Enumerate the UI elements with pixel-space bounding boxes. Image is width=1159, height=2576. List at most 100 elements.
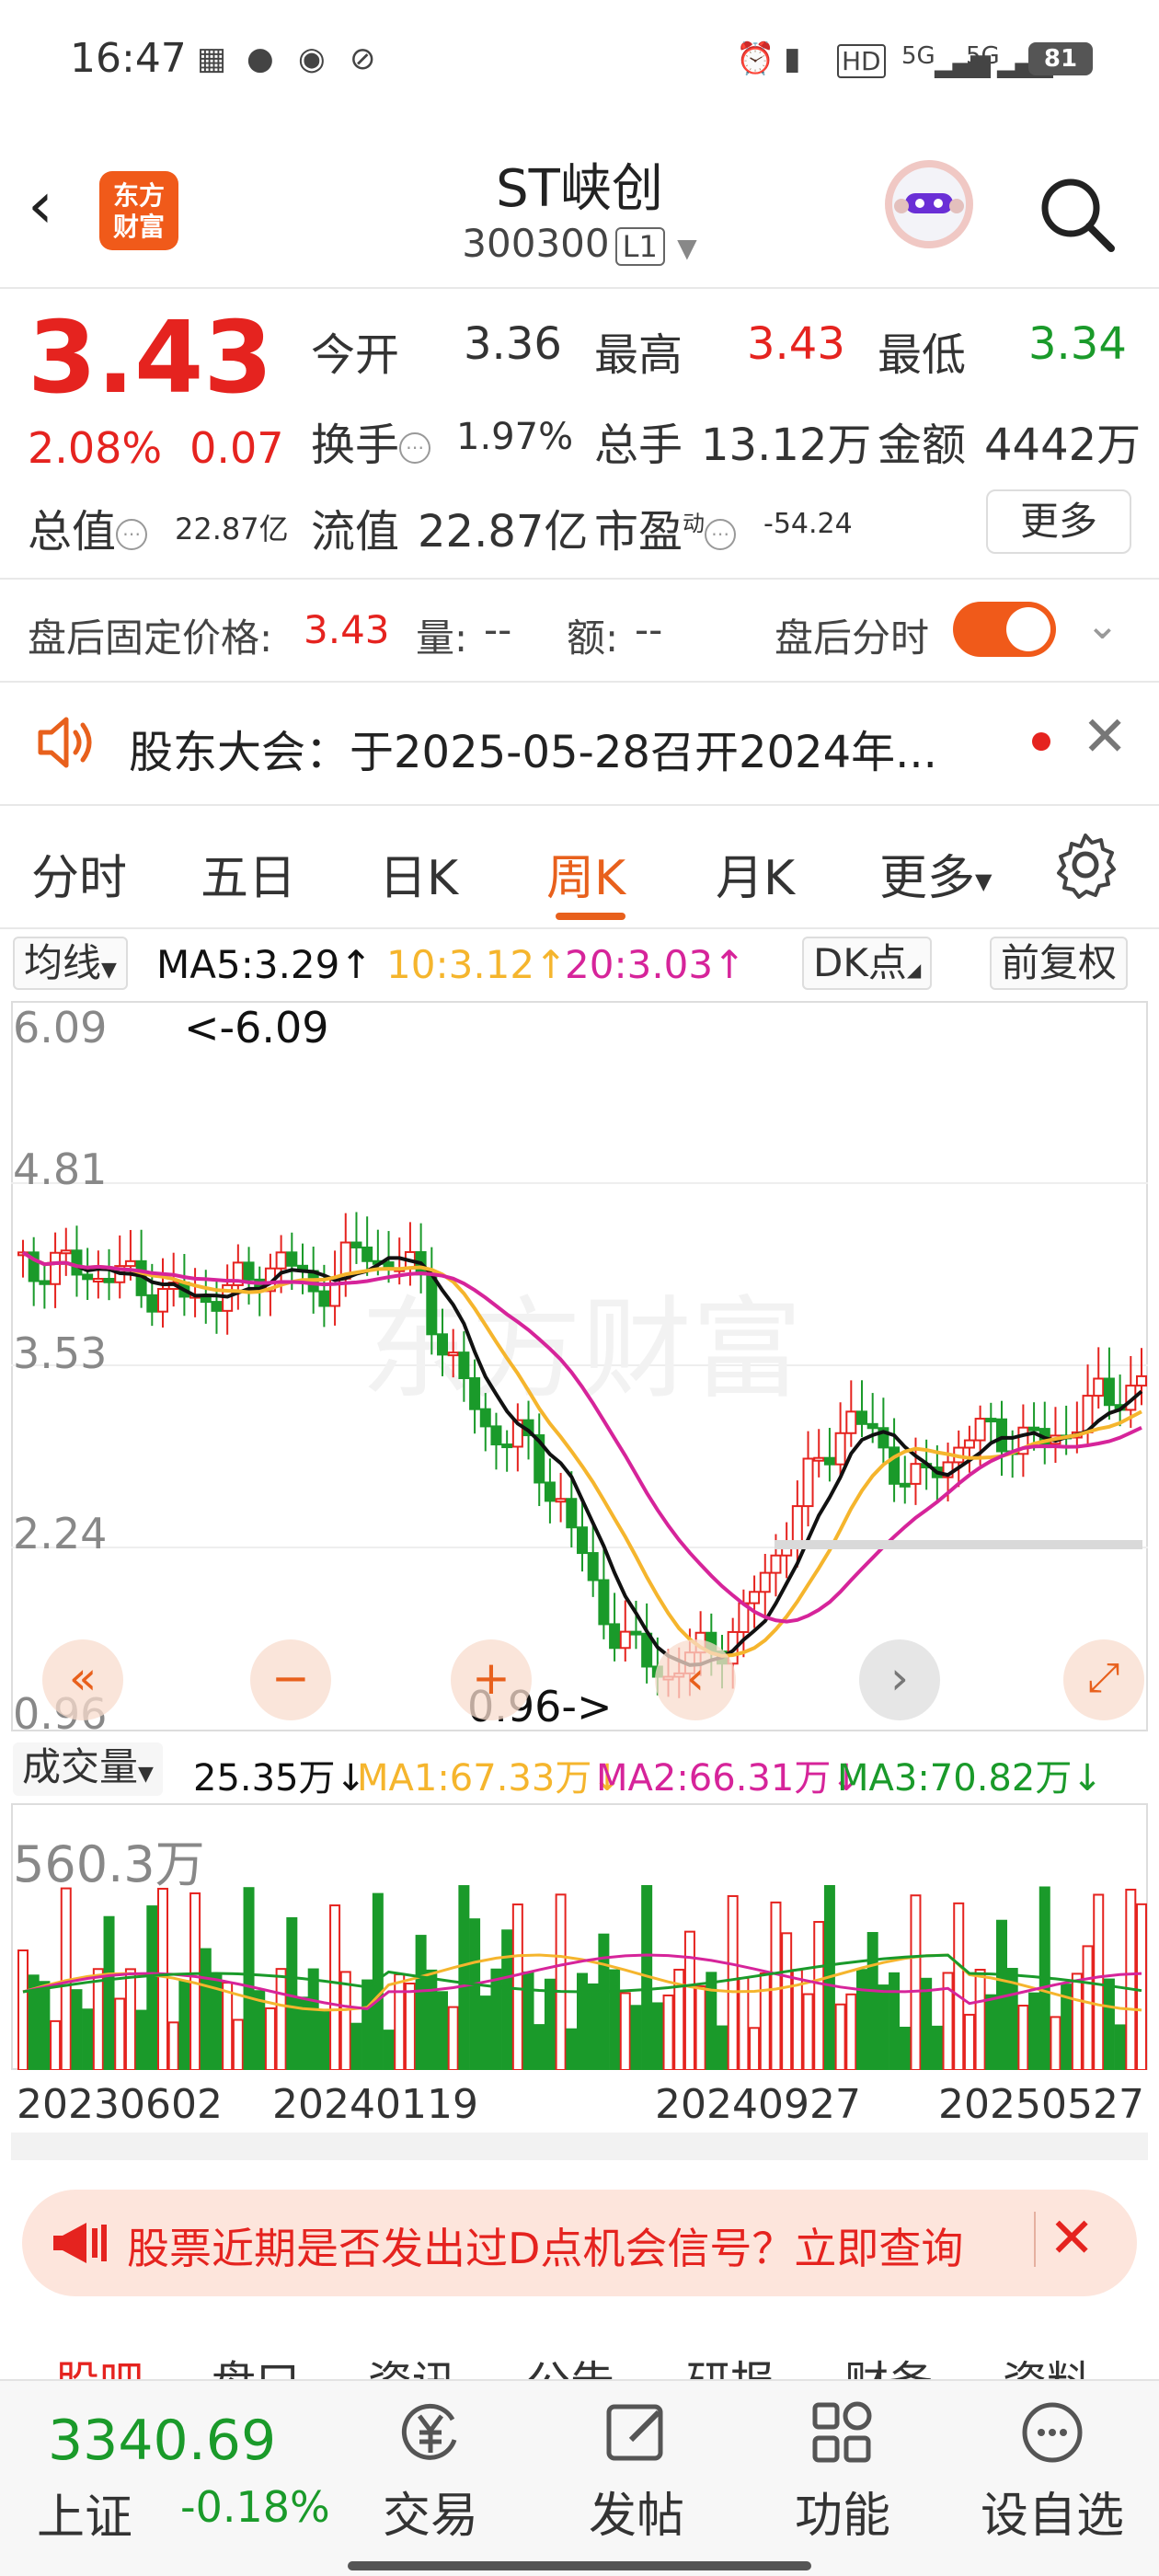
chevron-left-icon[interactable]: ‹ [655, 1639, 736, 1720]
volume-bar [1136, 1903, 1147, 2071]
nav-function[interactable]: 功能 [769, 2396, 916, 2546]
volume-bar [598, 1933, 610, 2071]
close-icon[interactable]: ✕ [1049, 2206, 1095, 2271]
info-icon[interactable]: ⋯ [705, 519, 737, 550]
stock-code-selector[interactable]: 300300 L1 ▼ [0, 221, 1159, 266]
candlestick-chart[interactable]: 东方财富 [11, 1001, 1148, 1731]
subtab-research[interactable]: 研报 [686, 2346, 775, 2379]
volume-current: 25.35万↓ [193, 1757, 367, 1800]
volume-bar [1071, 1972, 1083, 2071]
volume-bar [694, 1985, 706, 2071]
volume-bar [254, 1990, 266, 2071]
y-tick-label: 3.53 [13, 1328, 108, 1378]
subtab-finance[interactable]: 财务 [844, 2346, 933, 2379]
nav-trade[interactable]: 交易 [357, 2396, 504, 2546]
dk-point-button[interactable]: DK点◢ [802, 937, 933, 990]
volume-bar [361, 1979, 373, 2071]
volume-bar [490, 1968, 502, 2071]
tab-more[interactable]: 更多▼ [879, 839, 992, 908]
price-band [775, 1540, 1142, 1549]
volume-bar [706, 1972, 717, 2071]
tab-five-day[interactable]: 五日 [201, 839, 296, 908]
candle-body [318, 1290, 330, 1307]
low-value: 3.34 [1028, 318, 1127, 370]
volume-bar [1050, 2016, 1061, 2072]
volume-bar [985, 1994, 997, 2071]
volume-bar [329, 1904, 341, 2071]
chart-footer [11, 2133, 1148, 2160]
edit-icon [600, 2396, 673, 2469]
clock: 16:47 [70, 35, 187, 82]
candle-body [157, 1288, 168, 1313]
candle-body [361, 1246, 373, 1262]
y-tick-label: 6.09 [13, 1003, 108, 1052]
message-icon: ● [247, 40, 274, 77]
chevron-right-icon[interactable]: › [859, 1639, 940, 1720]
tab-intraday[interactable]: 分时 [31, 839, 127, 908]
candle-body [426, 1273, 438, 1336]
pe-label: 市盈动 ⋯ [594, 495, 737, 559]
candle-body [587, 1552, 599, 1581]
volume-bar [307, 1968, 319, 2071]
info-icon[interactable]: ⋯ [116, 519, 148, 550]
search-icon[interactable] [1034, 171, 1119, 256]
weibo-icon: ◉ [298, 40, 326, 77]
zoom-in-icon[interactable]: + [451, 1639, 532, 1720]
megaphone-icon [50, 2217, 109, 2272]
candle-body [458, 1351, 470, 1380]
indicator-selector[interactable]: 均线▼ [13, 937, 128, 990]
notice-text: 股东大会：于2025-05-28召开2024年... [129, 727, 937, 778]
candle-body [92, 1278, 104, 1283]
candle-body [1093, 1377, 1105, 1397]
volume-bar [415, 1935, 427, 2071]
index-name[interactable]: 上证 [37, 2478, 132, 2547]
candle-body [823, 1456, 835, 1466]
promo-banner[interactable]: 股票近期是否发出过D点机会信号？立即查询 ✕ [22, 2190, 1137, 2296]
bottom-navigation: 3340.69 上证 -0.18% 交易 发帖 功能 设自选 [0, 2379, 1159, 2576]
subtab-guba[interactable]: 股吧 [55, 2346, 143, 2379]
candle-body [974, 1418, 986, 1442]
volume-ma2: MA2:66.31万↓ [596, 1757, 862, 1800]
fullscreen-icon[interactable]: ⤢ [1063, 1639, 1144, 1720]
candle-body [39, 1280, 51, 1285]
volume-bar [318, 2010, 330, 2071]
divider [0, 287, 1159, 289]
close-icon[interactable]: ✕ [1082, 705, 1128, 769]
index-value[interactable]: 3340.69 [48, 2409, 276, 2473]
after-hours-toggle-label: 盘后分时 [775, 615, 930, 661]
nav-add-watchlist[interactable]: 设自选 [979, 2396, 1126, 2546]
volume-bar [921, 1977, 933, 2071]
candle-body [866, 1422, 878, 1430]
candle-body [770, 1554, 782, 1574]
nav-post[interactable]: 发帖 [563, 2396, 710, 2546]
candle-body [490, 1425, 502, 1446]
candle-body [469, 1377, 481, 1410]
zoom-out-icon[interactable]: − [250, 1639, 331, 1720]
adjust-button[interactable]: 前复权 [990, 937, 1129, 990]
volume-bar [630, 2005, 642, 2071]
chevron-down-icon[interactable]: ⌄ [1085, 602, 1119, 649]
subtab-profile[interactable]: 资料 [1003, 2346, 1091, 2379]
volume-bar [544, 1978, 556, 2071]
tab-monthly-k[interactable]: 月K [716, 839, 795, 908]
subtab-news[interactable]: 资讯 [368, 2346, 456, 2379]
robot-assistant-avatar[interactable] [885, 160, 973, 248]
subtab-announcement[interactable]: 公告 [526, 2346, 614, 2379]
stock-header: ‹ 东方 财富 ST峡创 300300 L1 ▼ [0, 138, 1159, 285]
info-icon[interactable]: ⋯ [399, 432, 431, 464]
scroll-left-icon[interactable]: « [42, 1639, 123, 1720]
volume-bar [275, 1968, 287, 2071]
open-value: 3.36 [464, 318, 562, 370]
tab-weekly-k[interactable]: 周K [546, 839, 625, 908]
tab-daily-k[interactable]: 日K [379, 839, 458, 908]
volume-bar [39, 1981, 51, 2071]
notice-banner[interactable]: 股东大会：于2025-05-28召开2024年... ✕ [0, 684, 1159, 800]
battery-icon: 81 [1028, 42, 1093, 75]
after-hours-toggle[interactable] [953, 602, 1056, 657]
more-button[interactable]: 更多 [986, 489, 1131, 554]
subtab-pankou[interactable]: 盘口 [212, 2346, 300, 2379]
volume-selector[interactable]: 成交量▼ [13, 1742, 163, 1796]
speaker-icon [33, 710, 98, 778]
candle-body [437, 1333, 448, 1356]
gear-icon[interactable] [1050, 830, 1120, 903]
